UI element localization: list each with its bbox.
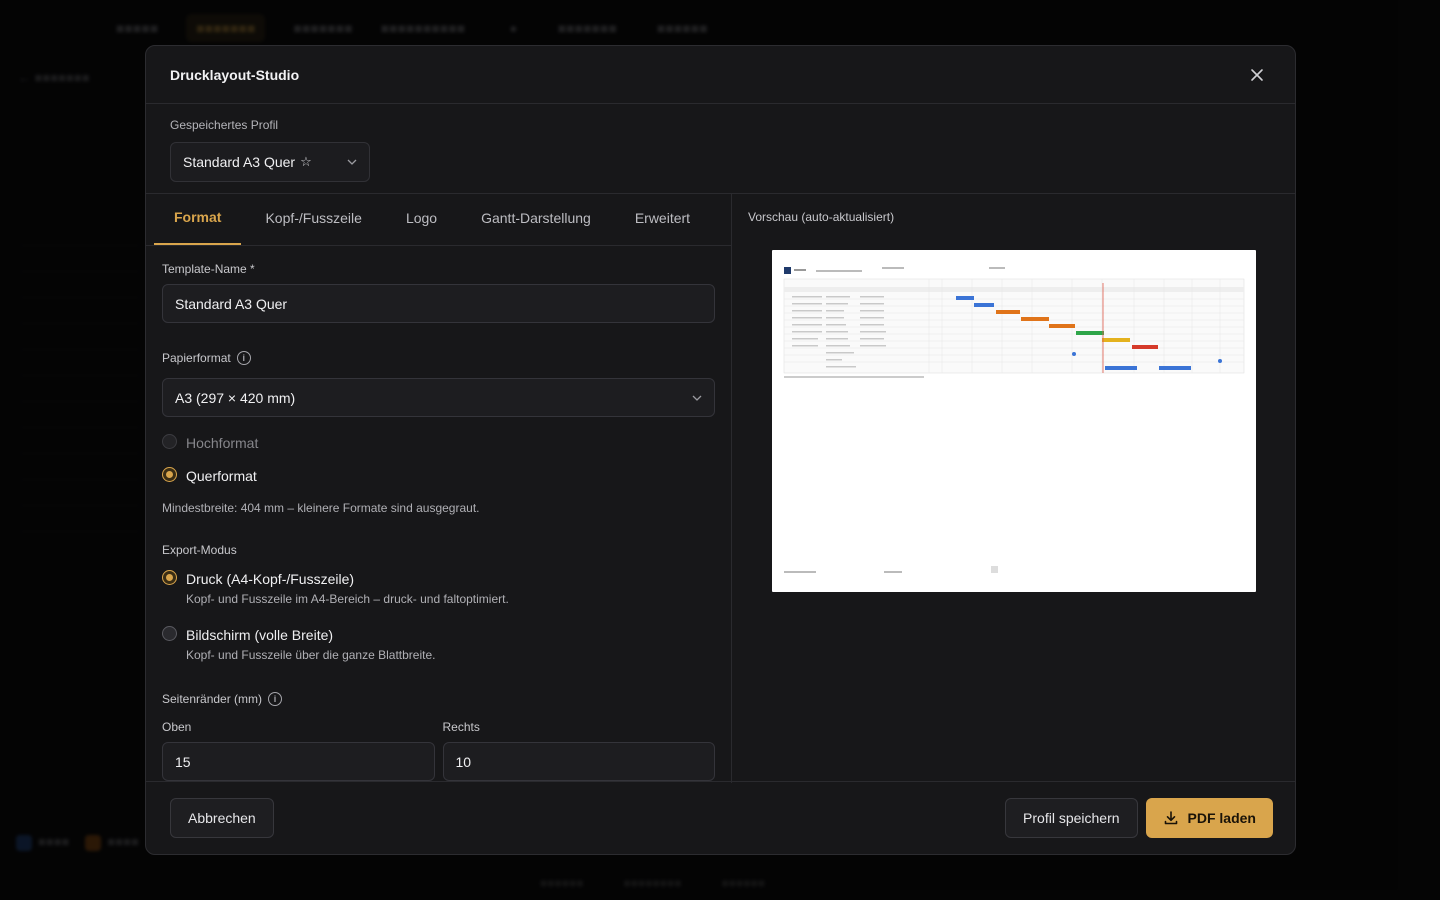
orientation-landscape-label: Querformat xyxy=(186,468,257,484)
print-layout-dialog: Drucklayout-Studio Gespeichertes Profil … xyxy=(145,45,1296,855)
orientation-portrait-option[interactable]: Hochformat xyxy=(162,431,715,451)
paper-format-value: A3 (297 × 420 mm) xyxy=(175,389,296,406)
close-button[interactable] xyxy=(1243,61,1271,89)
margin-right-label: Rechts xyxy=(442,720,480,734)
tab-advanced[interactable]: Erweitert xyxy=(615,194,710,245)
export-screen-option[interactable]: Bildschirm (volle Breite) xyxy=(162,623,715,643)
paper-format-label-row: Papierformat i xyxy=(162,351,715,365)
export-screen-radio[interactable] xyxy=(162,625,177,641)
margin-top-field: Oben 15 xyxy=(162,720,435,781)
export-screen-label: Bildschirm (volle Breite) xyxy=(186,627,334,643)
pdf-preview-page xyxy=(772,250,1256,592)
orientation-portrait-radio[interactable] xyxy=(162,433,177,449)
export-print-hint: Kopf- und Fusszeile im A4-Bereich – druc… xyxy=(186,592,509,606)
format-form: Template-Name * Standard A3 Quer Papierf… xyxy=(146,246,731,781)
margin-top-label: Oben xyxy=(162,720,192,734)
chevron-down-icon xyxy=(347,156,357,168)
pdf-preview-thumbnail xyxy=(783,267,1245,573)
tab-logo[interactable]: Logo xyxy=(386,194,457,245)
export-print-radio[interactable] xyxy=(162,569,177,585)
margin-top-input[interactable]: 15 xyxy=(162,742,435,781)
saved-profile-label: Gespeichertes Profil xyxy=(170,118,279,132)
paper-format-select[interactable]: A3 (297 × 420 mm) xyxy=(162,378,715,417)
margin-right-value: 10 xyxy=(455,753,472,770)
paper-format-label: Papierformat xyxy=(162,351,231,365)
orientation-portrait-label: Hochformat xyxy=(186,435,259,451)
saved-profile-section: Gespeichertes Profil Standard A3 Quer ☆ xyxy=(146,104,1295,194)
tab-gantt[interactable]: Gantt-Darstellung xyxy=(461,194,611,245)
preview-label: Vorschau (auto-aktualisiert) xyxy=(748,210,895,224)
settings-panel: Format Kopf-/Fusszeile Logo Gantt-Darste… xyxy=(146,194,732,783)
margin-top-value: 15 xyxy=(175,753,191,770)
margins-label: Seitenränder (mm) xyxy=(162,692,263,706)
info-icon[interactable]: i xyxy=(268,692,283,706)
preview-panel: Vorschau (auto-aktualisiert) xyxy=(732,194,1295,783)
dialog-header: Drucklayout-Studio xyxy=(146,46,1295,104)
cancel-button[interactable]: Abbrechen xyxy=(170,798,274,838)
margins-label-row: Seitenränder (mm) i xyxy=(162,692,715,706)
dialog-title: Drucklayout-Studio xyxy=(170,66,300,83)
tab-header-footer[interactable]: Kopf-/Fusszeile xyxy=(245,194,381,245)
save-profile-button[interactable]: Profil speichern xyxy=(1005,798,1138,838)
margin-right-input[interactable]: 10 xyxy=(442,742,715,781)
min-width-hint: Mindestbreite: 404 mm – kleinere Formate… xyxy=(162,501,480,515)
close-icon xyxy=(1251,68,1263,81)
dialog-body: Format Kopf-/Fusszeile Logo Gantt-Darste… xyxy=(146,194,1295,783)
export-mode-label: Export-Modus xyxy=(162,543,237,557)
star-icon: ☆ xyxy=(300,154,312,169)
chevron-down-icon xyxy=(692,392,702,404)
margins-row: Oben 15 Rechts 10 xyxy=(162,720,715,781)
template-name-input[interactable]: Standard A3 Quer xyxy=(162,284,715,323)
export-screen-hint: Kopf- und Fusszeile über die ganze Blatt… xyxy=(186,648,436,662)
download-pdf-label: PDF laden xyxy=(1187,810,1256,826)
orientation-landscape-radio[interactable] xyxy=(162,466,177,482)
margin-right-field: Rechts 10 xyxy=(442,720,715,781)
orientation-landscape-option[interactable]: Querformat xyxy=(162,464,715,484)
template-name-label: Template-Name * xyxy=(162,262,255,276)
tab-format[interactable]: Format xyxy=(154,194,242,245)
download-icon xyxy=(1164,811,1177,825)
settings-tabs: Format Kopf-/Fusszeile Logo Gantt-Darste… xyxy=(146,194,731,246)
download-pdf-button[interactable]: PDF laden xyxy=(1145,798,1273,838)
dialog-footer: Abbrechen Profil speichern PDF laden xyxy=(146,781,1295,854)
export-print-label: Druck (A4-Kopf-/Fusszeile) xyxy=(186,571,355,587)
template-name-value: Standard A3 Quer xyxy=(175,295,288,312)
saved-profile-value: Standard A3 Quer xyxy=(183,154,296,170)
info-icon[interactable]: i xyxy=(236,351,251,365)
saved-profile-select[interactable]: Standard A3 Quer ☆ xyxy=(170,142,370,182)
export-print-option[interactable]: Druck (A4-Kopf-/Fusszeile) xyxy=(162,567,715,587)
